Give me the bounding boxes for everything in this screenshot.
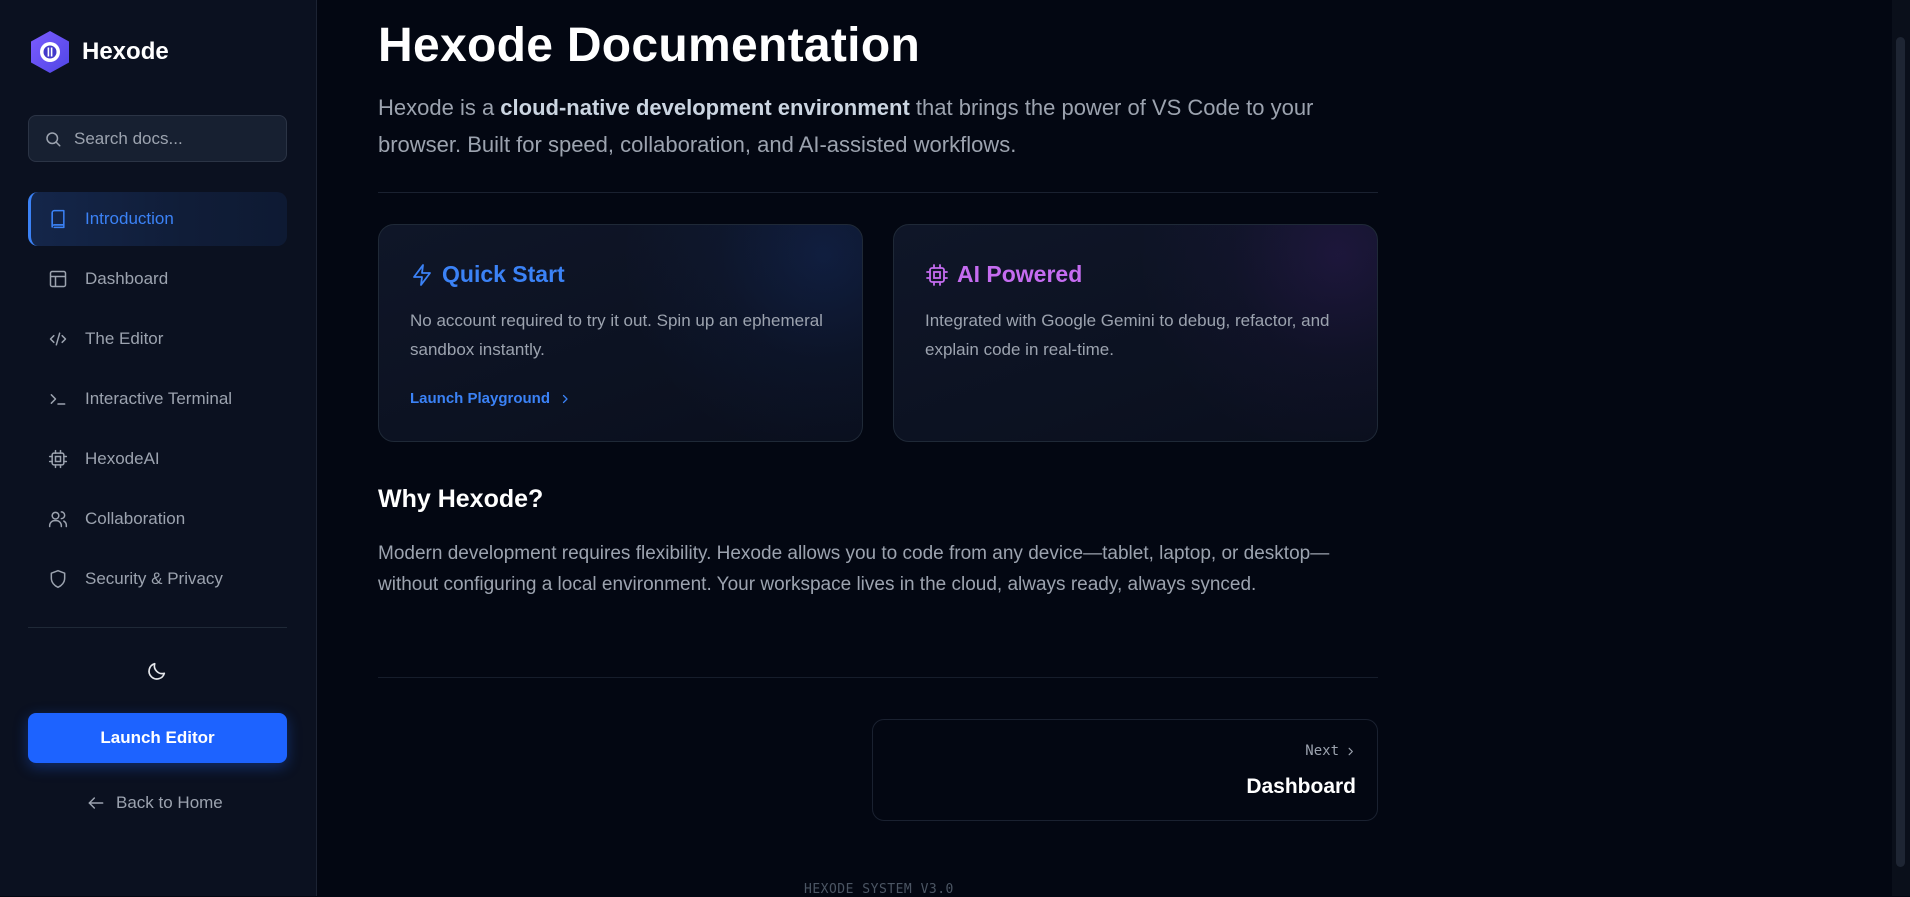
sidebar-item-hexodeai[interactable]: HexodeAI <box>28 432 287 486</box>
layout-icon <box>47 268 69 290</box>
scrollbar-thumb[interactable] <box>1896 37 1905 867</box>
section-heading: Why Hexode? <box>378 485 544 513</box>
card-description: Integrated with Google Gemini to debug, … <box>925 311 1330 359</box>
sidebar-item-terminal[interactable]: Interactive Terminal <box>28 372 287 426</box>
sidebar-item-dashboard[interactable]: Dashboard <box>28 252 287 306</box>
sidebar-nav: Introduction Dashboard The Editor Intera… <box>28 192 287 612</box>
sidebar-item-editor[interactable]: The Editor <box>28 312 287 366</box>
moon-icon <box>148 662 166 680</box>
card-header: AI Powered <box>925 261 1082 288</box>
next-label-text: Next <box>1305 743 1339 759</box>
back-to-home-link[interactable]: Back to Home <box>86 793 223 813</box>
sidebar-item-introduction[interactable]: Introduction <box>28 192 287 246</box>
sidebar-divider <box>28 627 287 628</box>
cpu-icon <box>47 448 69 470</box>
intro-text-emphasis: cloud-native development environment <box>500 95 910 120</box>
ai-powered-card: AI Powered Integrated with Google Gemini… <box>893 224 1378 442</box>
card-description: No account required to try it out. Spin … <box>410 311 823 359</box>
terminal-icon <box>47 388 69 410</box>
next-page-title: Dashboard <box>1246 775 1356 798</box>
intro-paragraph: Hexode is a cloud-native development env… <box>378 89 1368 163</box>
sidebar-item-label: Introduction <box>85 209 174 228</box>
launch-playground-link[interactable]: Launch Playground <box>410 390 571 407</box>
quick-start-card: Quick Start No account required to try i… <box>378 224 863 442</box>
sidebar: Hexode Introduction Dashboard The Editor <box>0 0 317 896</box>
arrow-left-icon <box>88 797 104 809</box>
sidebar-item-collaboration[interactable]: Collaboration <box>28 492 287 546</box>
search-icon <box>46 131 61 146</box>
users-icon <box>47 508 69 530</box>
search-input[interactable] <box>72 127 276 150</box>
sidebar-item-security[interactable]: Security & Privacy <box>28 552 287 606</box>
launch-playground-label: Launch Playground <box>410 390 551 407</box>
zap-icon <box>413 263 431 286</box>
intro-text-start: Hexode is a <box>378 95 501 120</box>
card-title: AI Powered <box>957 261 1083 287</box>
next-label: Next <box>1305 743 1356 759</box>
sidebar-item-label: Interactive Terminal <box>85 389 233 408</box>
back-to-home-label: Back to Home <box>116 793 223 812</box>
section-divider <box>378 192 1378 193</box>
brand-name: Hexode <box>82 38 169 65</box>
chevron-right-icon <box>562 394 568 403</box>
next-page-card[interactable]: Next Dashboard <box>872 719 1378 821</box>
cpu-icon <box>926 263 948 286</box>
card-title: Quick Start <box>442 261 565 287</box>
code-icon <box>47 328 69 350</box>
launch-editor-button[interactable]: Launch Editor <box>28 713 287 763</box>
search-box[interactable] <box>28 115 287 162</box>
section-paragraph: Modern development requires flexibility.… <box>378 543 1330 595</box>
card-header: Quick Start <box>410 261 565 288</box>
sidebar-item-label: Dashboard <box>85 269 169 288</box>
section-divider <box>378 677 1378 678</box>
sidebar-item-label: Security & Privacy <box>85 569 223 588</box>
chevron-right-icon <box>1348 747 1353 755</box>
shield-icon <box>47 568 69 590</box>
page-title: Hexode Documentation <box>378 19 921 72</box>
sidebar-item-label: HexodeAI <box>85 449 160 468</box>
sidebar-item-label: Collaboration <box>85 509 186 528</box>
footer-version: HEXODE SYSTEM V3.0 <box>804 882 954 897</box>
sidebar-item-label: The Editor <box>85 329 164 348</box>
book-icon <box>47 208 69 230</box>
hexode-logo-icon <box>31 31 69 73</box>
theme-toggle[interactable] <box>145 659 169 683</box>
brand[interactable]: Hexode <box>28 29 169 75</box>
